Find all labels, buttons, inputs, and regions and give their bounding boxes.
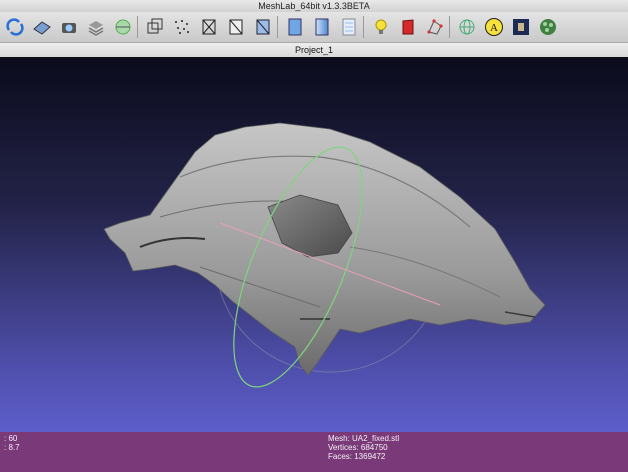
hidden-lines-icon[interactable]	[226, 17, 246, 37]
status-fps: : 8.7	[4, 443, 20, 452]
select-vertices-icon[interactable]	[425, 17, 445, 37]
annotate-glyph: A	[490, 22, 498, 34]
flat-shading-icon[interactable]	[285, 17, 305, 37]
globe-icon[interactable]	[457, 17, 477, 37]
open-project-icon[interactable]	[5, 17, 25, 37]
annotate-icon[interactable]: A	[484, 17, 504, 37]
toolbar-separator	[363, 16, 364, 38]
window-title: MeshLab_64bit v1.3.3BETA	[0, 0, 628, 12]
status-bar: : 60 : 8.7 Mesh: UA2_fixed.stl Vertices:…	[0, 432, 628, 472]
toolbar: A	[0, 12, 628, 42]
wireframe-icon[interactable]	[199, 17, 219, 37]
toolbar-separator	[277, 16, 278, 38]
light-bulb-icon[interactable]	[371, 17, 391, 37]
status-faces: Faces: 1369472	[328, 452, 386, 461]
points-icon[interactable]	[172, 17, 192, 37]
color-mode-icon[interactable]	[398, 17, 418, 37]
decorations-icon[interactable]	[113, 17, 133, 37]
import-mesh-icon[interactable]	[32, 17, 52, 37]
3d-viewport[interactable]	[0, 57, 628, 432]
layers-icon[interactable]	[86, 17, 106, 37]
mesh-render	[103, 122, 546, 388]
tab-project[interactable]: Project_1	[0, 42, 628, 58]
snapshot-icon[interactable]	[59, 17, 79, 37]
shader-icon[interactable]	[538, 17, 558, 37]
texture-icon[interactable]	[339, 17, 359, 37]
flat-lines-icon[interactable]	[253, 17, 273, 37]
toolbar-separator	[449, 16, 450, 38]
bounding-box-icon[interactable]	[145, 17, 165, 37]
toolbar-separator	[137, 16, 138, 38]
smooth-shading-icon[interactable]	[312, 17, 332, 37]
paint-icon[interactable]	[511, 17, 531, 37]
